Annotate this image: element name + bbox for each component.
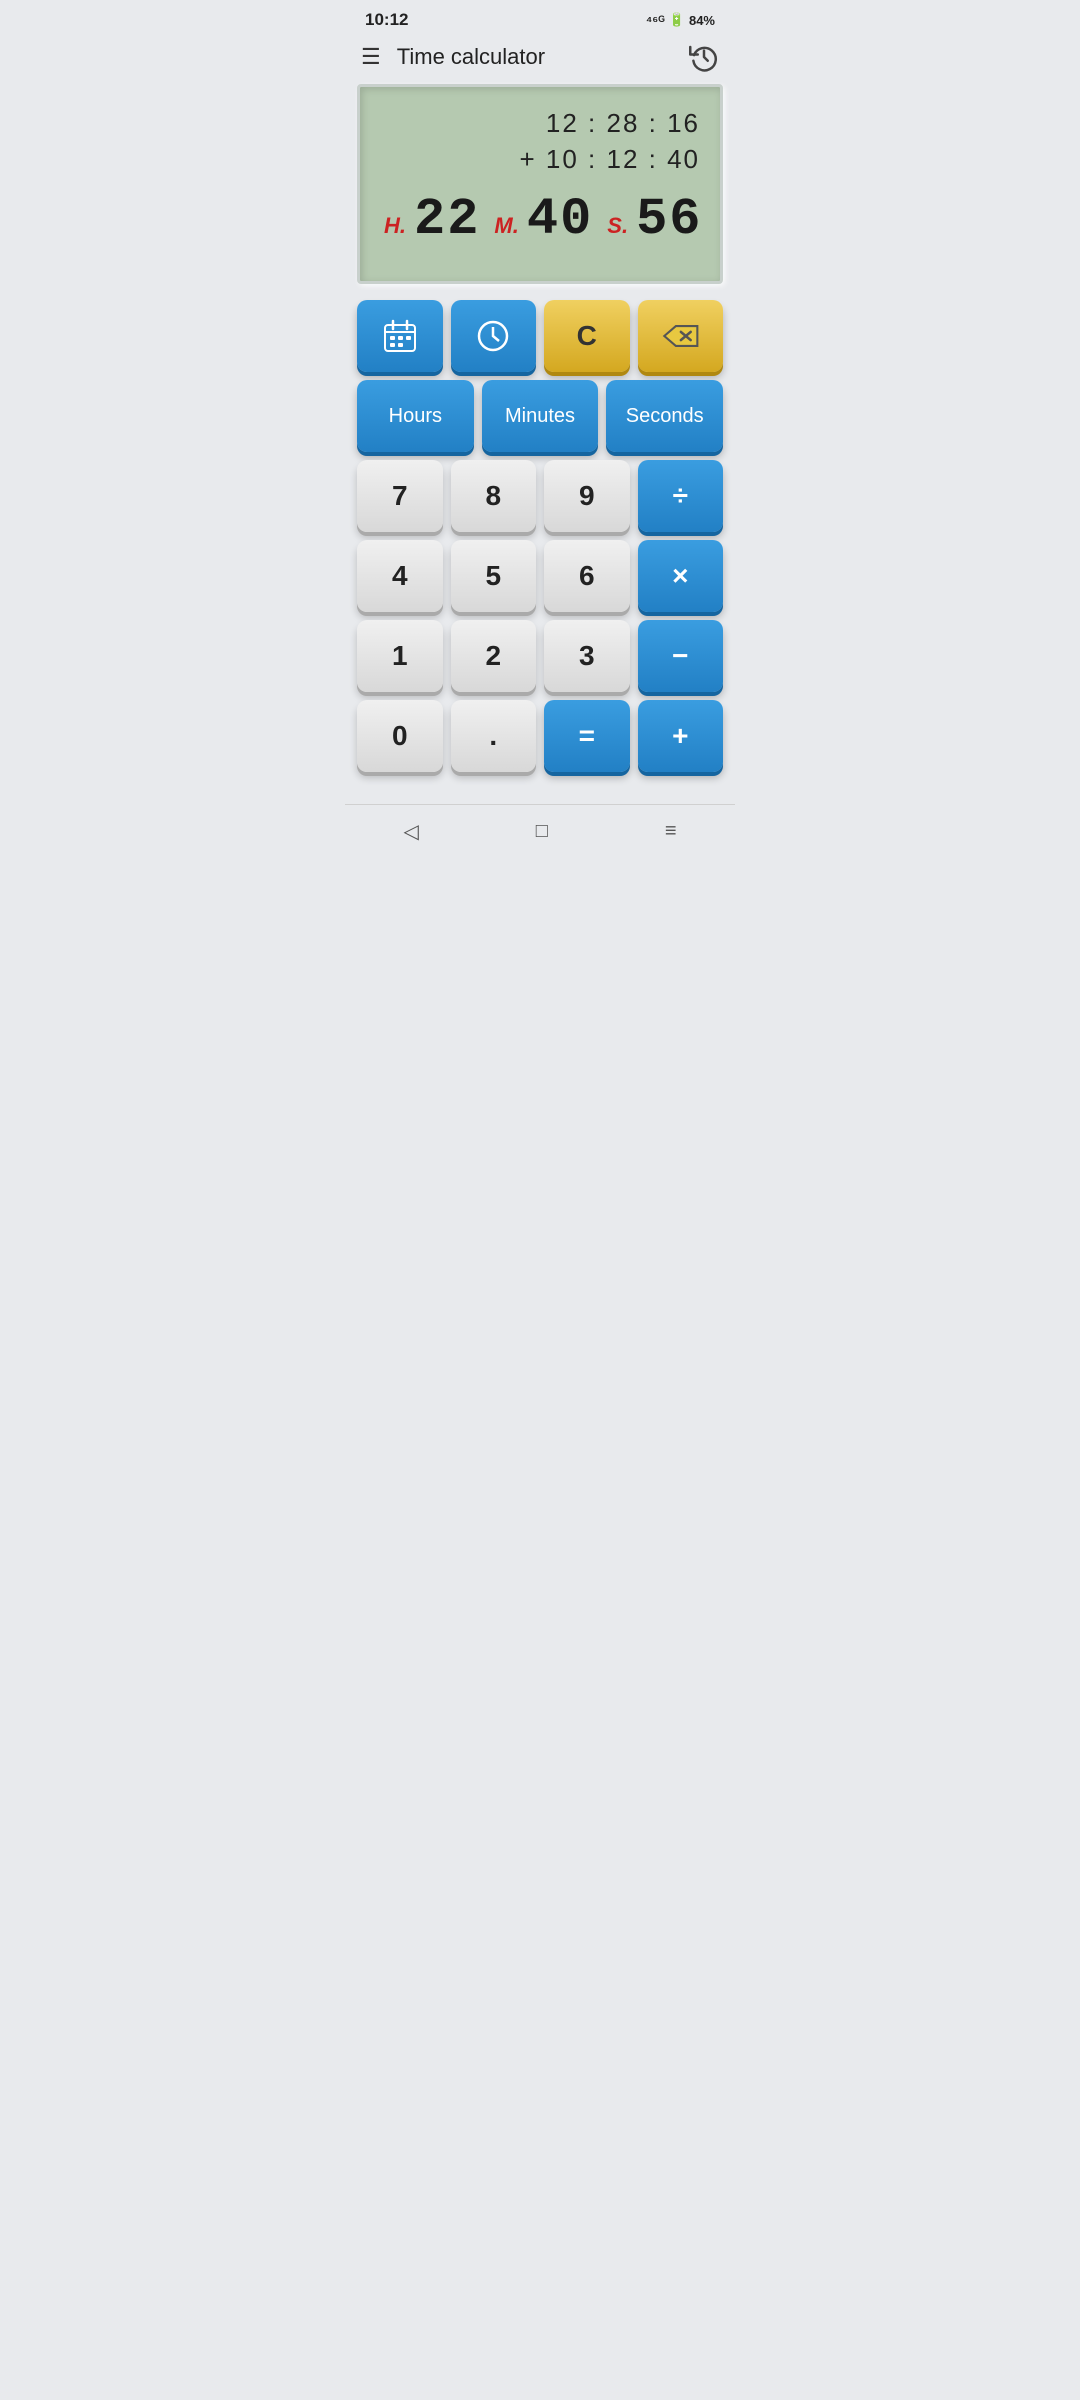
btn-0[interactable]: 0 (357, 700, 443, 772)
hours-button[interactable]: Hours (357, 380, 474, 452)
calculator-display: 12 : 28 : 16 + 10 : 12 : 40 H. 22 M. 40 … (357, 84, 723, 284)
btn-8[interactable]: 8 (451, 460, 537, 532)
backspace-button[interactable] (638, 300, 724, 372)
btn-row-5: 1 2 3 − (357, 620, 723, 692)
history-button[interactable] (689, 42, 719, 72)
subtract-icon: − (672, 640, 688, 672)
seconds-value: 56 (636, 190, 702, 249)
battery-icon: 🔋 (669, 12, 685, 28)
btn-4[interactable]: 4 (357, 540, 443, 612)
status-bar: 10:12 ⁴⁶ᴳ 🔋 84% (345, 0, 735, 36)
btn-row-4: 4 5 6 × (357, 540, 723, 612)
backspace-icon (661, 321, 699, 351)
result-seconds-group: S. 56 (607, 190, 702, 249)
btn-row-1: C (357, 300, 723, 372)
keypad: C Hours Minutes Seconds 7 8 9 (345, 300, 735, 788)
nav-menu-button[interactable]: ≡ (665, 820, 677, 843)
btn-add[interactable]: + (638, 700, 724, 772)
hours-label-btn: Hours (389, 405, 442, 428)
equals-icon: = (579, 720, 595, 752)
display-line1: 12 : 28 : 16 (380, 105, 700, 141)
clock-icon (474, 317, 512, 355)
nav-back-button[interactable]: ◁ (403, 819, 418, 844)
display-line2: + 10 : 12 : 40 (380, 141, 700, 177)
dot-icon: . (489, 720, 497, 752)
calendar-button[interactable] (357, 300, 443, 372)
btn-row-6: 0 . = + (357, 700, 723, 772)
btn-5[interactable]: 5 (451, 540, 537, 612)
top-bar-left: ☰ Time calculator (361, 44, 545, 70)
app-title: Time calculator (397, 44, 545, 70)
btn-subtract[interactable]: − (638, 620, 724, 692)
btn-equals[interactable]: = (544, 700, 630, 772)
btn-row-3: 7 8 9 ÷ (357, 460, 723, 532)
clock-button[interactable] (451, 300, 537, 372)
seconds-label-btn: Seconds (626, 405, 704, 428)
btn-7[interactable]: 7 (357, 460, 443, 532)
btn-9[interactable]: 9 (544, 460, 630, 532)
seconds-label: S. (607, 213, 628, 239)
result-minutes-group: M. 40 (494, 190, 607, 249)
battery-percent: 84% (689, 13, 715, 28)
clear-button[interactable]: C (544, 300, 630, 372)
menu-button[interactable]: ☰ (361, 46, 381, 68)
nav-home-button[interactable]: □ (536, 820, 548, 843)
btn-multiply[interactable]: × (638, 540, 724, 612)
status-icons: ⁴⁶ᴳ 🔋 84% (646, 12, 715, 28)
hours-value: 22 (414, 190, 480, 249)
signal-icon: ⁴⁶ᴳ (646, 13, 665, 28)
display-result: H. 22 M. 40 S. 56 (380, 190, 700, 249)
seconds-button[interactable]: Seconds (606, 380, 723, 452)
minutes-button[interactable]: Minutes (482, 380, 599, 452)
btn-6[interactable]: 6 (544, 540, 630, 612)
btn-2[interactable]: 2 (451, 620, 537, 692)
status-time: 10:12 (365, 10, 408, 30)
result-hours-group: H. 22 (384, 190, 494, 249)
top-bar: ☰ Time calculator (345, 36, 735, 84)
clear-label: C (577, 320, 597, 352)
minutes-label-btn: Minutes (505, 405, 575, 428)
btn-dot[interactable]: . (451, 700, 537, 772)
display-lines: 12 : 28 : 16 + 10 : 12 : 40 (380, 105, 700, 178)
btn-1[interactable]: 1 (357, 620, 443, 692)
nav-bar: ◁ □ ≡ (345, 804, 735, 864)
minutes-value: 40 (527, 190, 593, 249)
btn-3[interactable]: 3 (544, 620, 630, 692)
hours-label: H. (384, 213, 406, 239)
add-icon: + (672, 720, 688, 752)
btn-divide[interactable]: ÷ (638, 460, 724, 532)
btn-row-2: Hours Minutes Seconds (357, 380, 723, 452)
multiply-icon: × (672, 560, 688, 592)
calendar-icon (381, 317, 419, 355)
divide-icon: ÷ (673, 480, 688, 512)
minutes-label: M. (494, 213, 518, 239)
